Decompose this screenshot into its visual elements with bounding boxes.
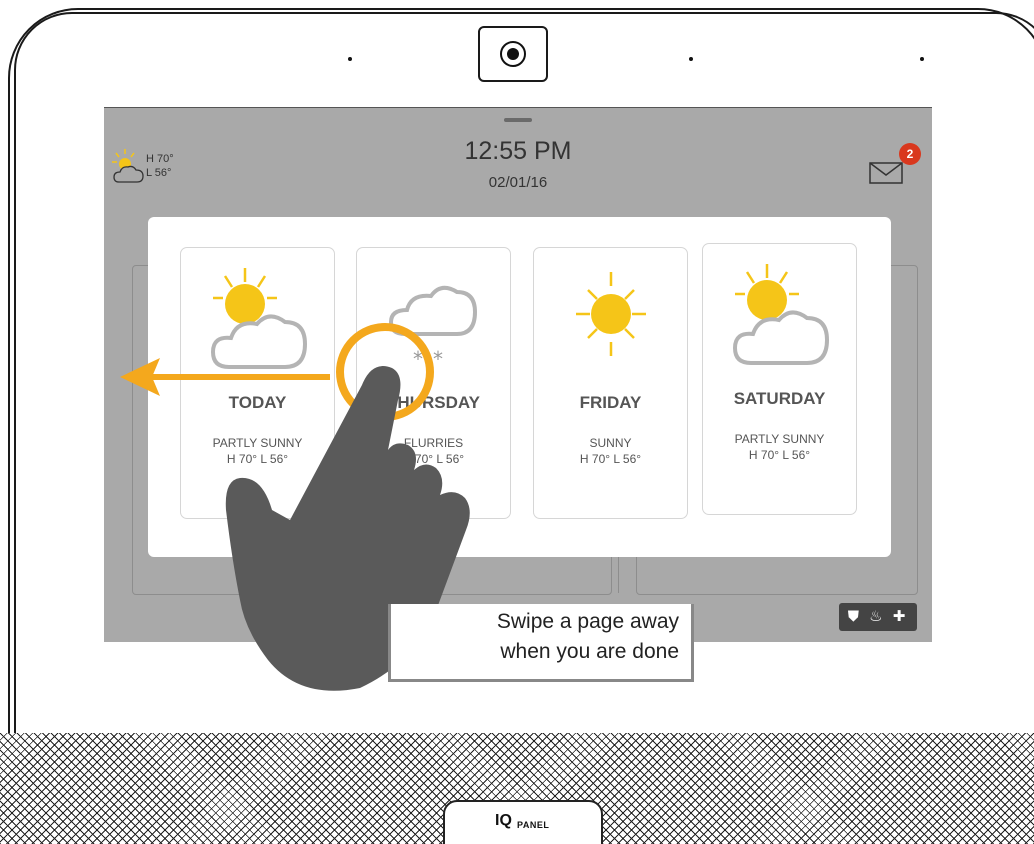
brand-logo: IQ PANEL: [443, 800, 603, 844]
instruction-callout: Swipe a page away when you are done: [388, 604, 694, 682]
swipe-left-arrow-icon: [120, 358, 330, 396]
logo-iq: IQ: [495, 812, 512, 829]
swipe-gesture-illustration: [120, 323, 470, 691]
logo-panel: PANEL: [517, 820, 550, 830]
callout-line-1: Swipe a page away: [496, 610, 679, 633]
callout-line-2: when you are done: [500, 640, 679, 663]
